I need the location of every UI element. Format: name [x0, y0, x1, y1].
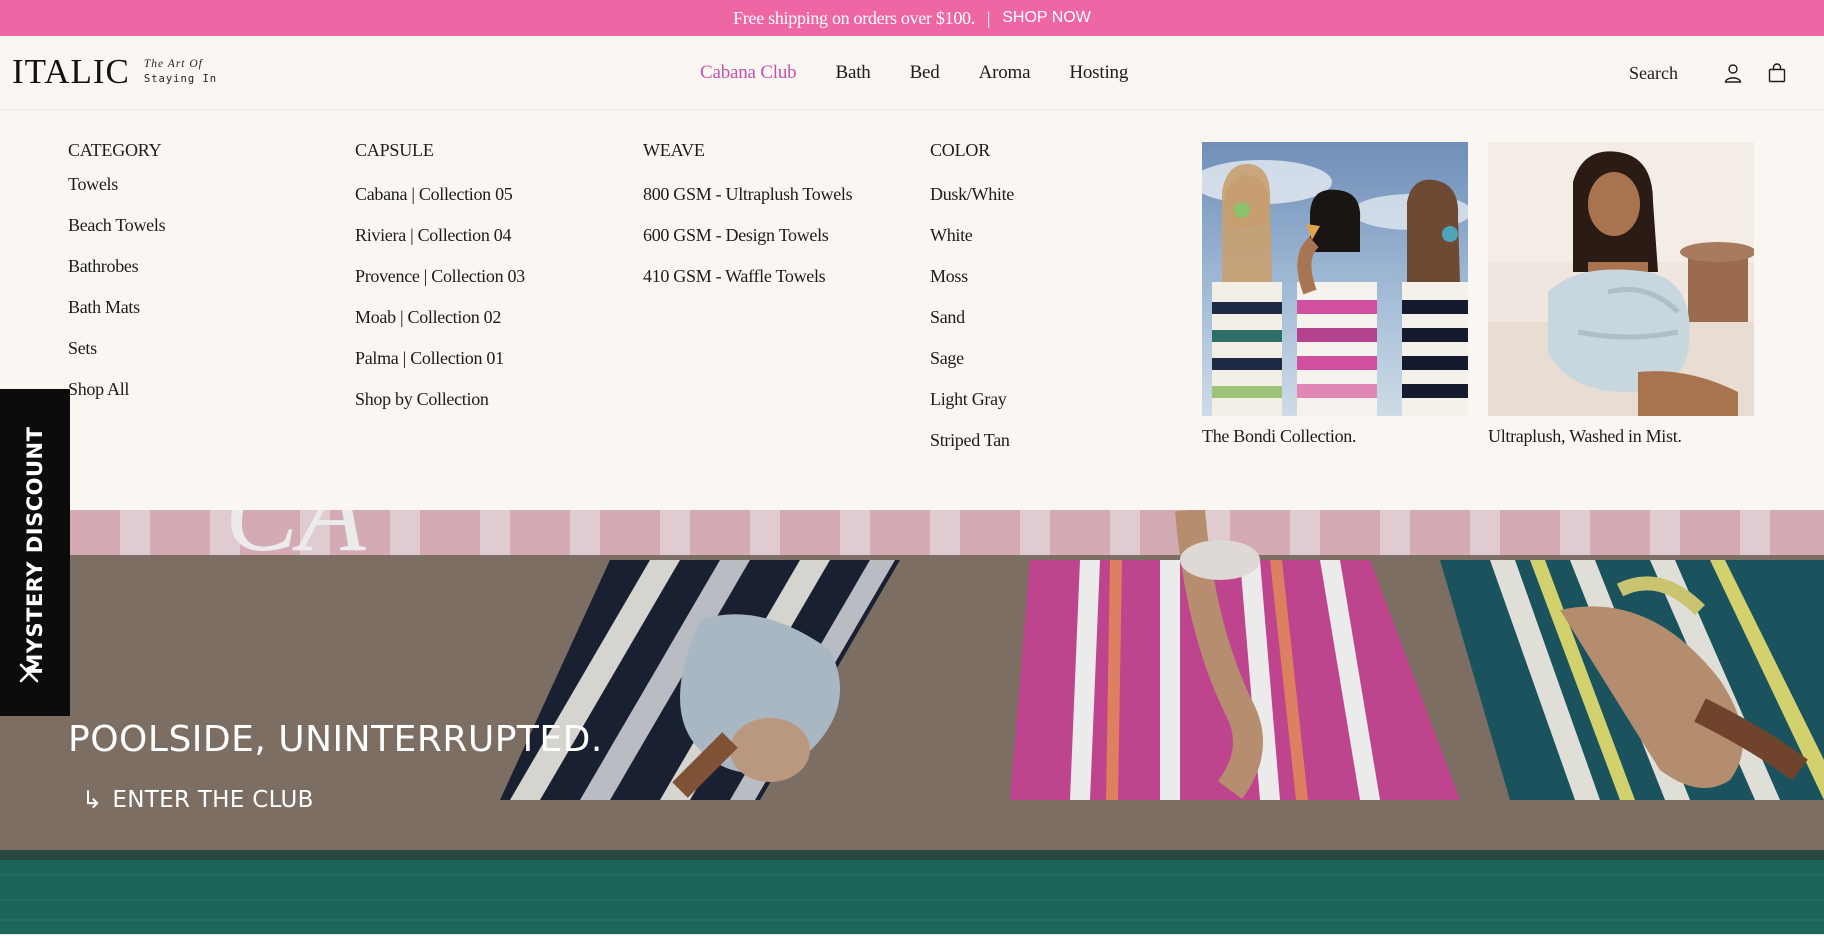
bondi-caption[interactable]: The Bondi Collection. [1202, 426, 1468, 447]
promo-bondi[interactable]: The Bondi Collection. [1202, 142, 1468, 447]
capsule-item-riviera[interactable]: Riviera | Collection 04 [355, 223, 525, 264]
nav-cabana-club[interactable]: Cabana Club [700, 62, 797, 84]
capsule-item-provence[interactable]: Provence | Collection 03 [355, 264, 525, 305]
category-item-bath-mats[interactable]: Bath Mats [68, 295, 165, 336]
color-heading: COLOR [930, 140, 991, 160]
weave-item-600gsm[interactable]: 600 GSM - Design Towels [643, 223, 852, 264]
logo-tagline: The Art Of Staying In [144, 57, 217, 87]
capsule-item-cabana[interactable]: Cabana | Collection 05 [355, 182, 525, 223]
announcement-text: Free shipping on orders over $100. [733, 7, 975, 28]
search-link[interactable]: Search [1629, 63, 1678, 84]
mystery-discount-tab[interactable]: MYSTERY DISCOUNT [0, 389, 70, 716]
color-item-light-gray[interactable]: Light Gray [930, 387, 1014, 428]
capsule-item-shop-by-collection[interactable]: Shop by Collection [355, 387, 525, 428]
return-arrow-icon: ↳ [82, 786, 103, 814]
category-column: CATEGORY Towels Beach Towels Bathrobes B… [68, 140, 166, 418]
weave-heading: WEAVE [643, 140, 705, 160]
category-item-beach-towels[interactable]: Beach Towels [68, 213, 166, 254]
capsule-item-moab[interactable]: Moab | Collection 02 [355, 305, 525, 346]
nav-bath[interactable]: Bath [835, 62, 870, 84]
site-header: ITALIC The Art Of Staying In Cabana Club… [0, 36, 1824, 110]
promo-ultraplush[interactable]: Ultraplush, Washed in Mist. [1488, 142, 1754, 447]
color-item-sage[interactable]: Sage [930, 346, 1014, 387]
ultraplush-image[interactable] [1488, 142, 1754, 416]
nav-hosting[interactable]: Hosting [1069, 62, 1128, 84]
account-icon[interactable] [1722, 62, 1744, 84]
hero-title: POOLSIDE, UNINTERRUPTED. [68, 719, 603, 760]
header-utilities: Search [1629, 36, 1788, 110]
logo[interactable]: ITALIC The Art Of Staying In [12, 54, 217, 89]
capsule-item-palma[interactable]: Palma | Collection 01 [355, 346, 525, 387]
color-item-moss[interactable]: Moss [930, 264, 1014, 305]
mystery-discount-label: MYSTERY DISCOUNT [23, 426, 47, 675]
color-item-white[interactable]: White [930, 223, 1014, 264]
category-heading: CATEGORY [68, 140, 162, 160]
color-item-dusk-white[interactable]: Dusk/White [930, 182, 1014, 223]
weave-item-800gsm[interactable]: 800 GSM - Ultraplush Towels [643, 182, 853, 223]
shop-now-link[interactable]: SHOP NOW [1002, 9, 1091, 27]
color-item-sand[interactable]: Sand [930, 305, 1014, 346]
nav-bed[interactable]: Bed [910, 62, 940, 84]
logo-wordmark: ITALIC [12, 52, 130, 91]
page-bottom-edge [0, 934, 1824, 947]
weave-column: WEAVE 800 GSM - Ultraplush Towels 600 GS… [643, 140, 853, 305]
ultraplush-caption[interactable]: Ultraplush, Washed in Mist. [1488, 426, 1754, 447]
announcement-separator: | [986, 7, 991, 28]
mega-menu: CATEGORY Towels Beach Towels Bathrobes B… [0, 110, 1824, 510]
category-item-shop-all[interactable]: Shop All [68, 377, 165, 418]
color-item-striped-tan[interactable]: Striped Tan [930, 428, 1014, 469]
color-column: COLOR Dusk/White White Moss Sand Sage Li… [930, 140, 1014, 469]
category-item-bathrobes[interactable]: Bathrobes [68, 254, 165, 295]
nav-aroma[interactable]: Aroma [979, 62, 1031, 84]
category-item-towels[interactable]: Towels [68, 172, 165, 213]
weave-item-410gsm[interactable]: 410 GSM - Waffle Towels [643, 264, 852, 305]
bondi-image[interactable] [1202, 142, 1468, 416]
tagline-line-2: Staying In [143, 72, 218, 85]
close-icon[interactable] [17, 661, 41, 685]
announcement-bar: Free shipping on orders over $100. | SHO… [0, 0, 1824, 36]
enter-the-club-label: ENTER THE CLUB [112, 787, 314, 813]
capsule-column: CAPSULE Cabana | Collection 05 Riviera |… [355, 140, 525, 428]
cart-icon[interactable] [1766, 62, 1788, 84]
tagline-line-1: The Art Of [143, 57, 203, 70]
main-nav: Cabana Club Bath Bed Aroma Hosting [700, 36, 1167, 110]
capsule-heading: CAPSULE [355, 140, 434, 160]
category-item-sets[interactable]: Sets [68, 336, 165, 377]
enter-the-club-link[interactable]: ↳ ENTER THE CLUB [82, 786, 314, 814]
hero-banner[interactable]: CA POOLSIDE, UNINTERRUPTED. ↳ ENTER THE … [0, 510, 1824, 934]
